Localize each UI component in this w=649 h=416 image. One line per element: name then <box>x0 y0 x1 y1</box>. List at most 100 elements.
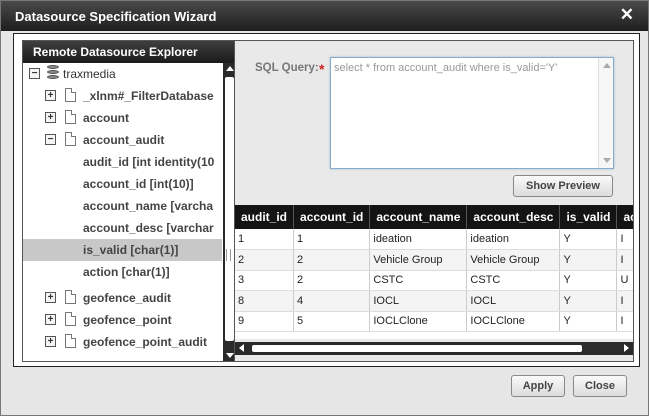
column-header[interactable]: account_desc <box>466 205 561 229</box>
tree-node-label: action [char(1)] <box>83 265 170 279</box>
column-header[interactable]: is_valid <box>559 205 618 229</box>
tree-node-label: geofence_point <box>83 313 172 327</box>
panel-splitter-handle[interactable] <box>226 249 231 261</box>
table-cell: 1 <box>235 229 295 250</box>
scroll-down-icon[interactable] <box>603 158 611 163</box>
table-cell: IOCLClone <box>466 311 561 332</box>
table-cell: 2 <box>235 249 295 271</box>
table-icon <box>65 88 76 102</box>
table-cell: 9 <box>235 311 295 332</box>
table-cell: Y <box>559 311 618 332</box>
apply-button[interactable]: Apply <box>511 375 565 397</box>
tree-node-column[interactable]: action [char(1)] <box>23 261 222 283</box>
show-preview-button[interactable]: Show Preview <box>513 175 613 197</box>
tree-node-label: traxmedia <box>63 67 116 81</box>
table-cell: IOCLClone <box>369 311 468 332</box>
column-header[interactable]: account_name <box>369 205 468 229</box>
query-panel: SQL Query: * select * from account_audit… <box>234 40 634 362</box>
tree-node-label: _xlnm#_FilterDatabase <box>83 89 214 103</box>
table-icon <box>65 312 76 326</box>
expand-icon[interactable]: + <box>45 112 56 123</box>
table-row[interactable]: 2 2 Vehicle Group Vehicle Group Y I <box>235 249 633 271</box>
tree-node-table[interactable]: + _xlnm#_FilterDatabase <box>23 85 222 107</box>
results-table: audit_id account_id account_name account… <box>235 205 633 332</box>
tree-node-column[interactable]: account_desc [varchar <box>23 217 222 239</box>
table-cell: 8 <box>235 290 295 312</box>
tree-node-column[interactable]: account_name [varcha <box>23 195 222 217</box>
tree-node-label: account_id [int(10)] <box>83 177 194 191</box>
tree-node-label: account_name [varcha <box>83 199 214 213</box>
expand-icon[interactable]: + <box>45 336 56 347</box>
table-cell: 2 <box>293 270 371 291</box>
table-cell: 1 <box>293 229 371 250</box>
tree-node-column[interactable]: account_id [int(10)] <box>23 173 222 195</box>
table-cell: CSTC <box>466 270 561 291</box>
column-header[interactable]: action <box>616 205 633 229</box>
dialog-title: Datasource Specification Wizard <box>15 9 217 24</box>
scroll-down-icon[interactable] <box>226 353 234 358</box>
expand-icon[interactable]: + <box>45 314 56 325</box>
tree-node-table[interactable]: + account <box>23 107 222 129</box>
tree-node-label: account_desc [varchar <box>83 221 214 235</box>
close-icon[interactable]: ✕ <box>620 6 634 24</box>
table-cell: I <box>616 311 633 332</box>
table-cell: I <box>616 229 633 250</box>
results-horizontal-scrollbar[interactable] <box>235 342 633 355</box>
tree-node-label: account_audit <box>83 133 165 147</box>
tree-node-table[interactable]: − account_audit <box>23 129 222 151</box>
results-header-row: audit_id account_id account_name account… <box>235 205 633 229</box>
required-indicator: * <box>319 61 325 77</box>
tree-node-label: account <box>83 111 130 125</box>
tree-node-table[interactable]: + geofence_audit <box>23 287 222 309</box>
wizard-body: Remote Datasource Explorer − traxmedia +… <box>13 33 640 367</box>
sql-query-field[interactable]: select * from account_audit where is_val… <box>330 57 614 169</box>
tree-node-table[interactable]: + geofence_point_audit <box>23 331 222 353</box>
table-row[interactable]: 3 2 CSTC CSTC Y U <box>235 270 633 291</box>
table-cell: CSTC <box>369 270 468 291</box>
table-icon <box>65 334 76 348</box>
table-cell: Y <box>559 229 618 250</box>
title-bar: Datasource Specification Wizard ✕ <box>1 1 648 31</box>
table-cell: Y <box>559 290 618 312</box>
expand-icon[interactable]: + <box>45 292 56 303</box>
scroll-right-icon[interactable] <box>624 344 629 352</box>
sql-query-label: SQL Query: <box>255 62 319 74</box>
table-cell: Vehicle Group <box>466 249 561 271</box>
table-cell: U <box>616 270 633 291</box>
collapse-icon[interactable]: − <box>29 68 40 79</box>
database-icon <box>47 65 59 80</box>
expand-icon[interactable]: + <box>45 90 56 101</box>
table-icon <box>65 132 76 146</box>
table-row[interactable]: 9 5 IOCLClone IOCLClone Y I <box>235 311 633 332</box>
scrollbar-thumb[interactable] <box>225 77 234 341</box>
table-cell: 3 <box>235 270 295 291</box>
tree-node-column[interactable]: audit_id [int identity(10 <box>23 151 222 173</box>
table-cell: 4 <box>293 290 371 312</box>
datasource-wizard-dialog: Datasource Specification Wizard ✕ Remote… <box>0 0 649 416</box>
sql-query-input[interactable]: select * from account_audit where is_val… <box>331 58 597 168</box>
column-header[interactable]: account_id <box>293 205 371 229</box>
scroll-up-icon[interactable] <box>226 66 234 71</box>
tree-node-label: geofence_point_audit <box>83 335 208 349</box>
tree-node-label: is_valid [char(1)] <box>83 243 179 257</box>
table-cell: 5 <box>293 311 371 332</box>
tree-node-traxmedia[interactable]: − traxmedia <box>23 63 222 85</box>
table-icon <box>65 110 76 124</box>
sql-query-scrollbar[interactable] <box>598 58 613 168</box>
scrollbar-thumb[interactable] <box>252 345 582 352</box>
column-header[interactable]: audit_id <box>235 205 295 229</box>
scroll-left-icon[interactable] <box>239 344 244 352</box>
scroll-up-icon[interactable] <box>603 63 611 68</box>
preview-results-grid: audit_id account_id account_name account… <box>235 205 633 339</box>
table-cell: ideation <box>466 229 561 250</box>
tree-node-table[interactable]: + geofence_point <box>23 309 222 331</box>
tree-node-column-selected[interactable]: is_valid [char(1)] <box>23 239 222 261</box>
table-icon <box>65 290 76 304</box>
close-button[interactable]: Close <box>573 375 627 397</box>
explorer-tree: − traxmedia + _xlnm#_FilterDatabase + ac… <box>23 63 222 361</box>
table-row[interactable]: 8 4 IOCL IOCL Y I <box>235 290 633 312</box>
collapse-icon[interactable]: − <box>45 134 56 145</box>
table-cell: IOCL <box>369 290 468 312</box>
table-row[interactable]: 1 1 ideation ideation Y I <box>235 229 633 250</box>
table-cell: IOCL <box>466 290 561 312</box>
